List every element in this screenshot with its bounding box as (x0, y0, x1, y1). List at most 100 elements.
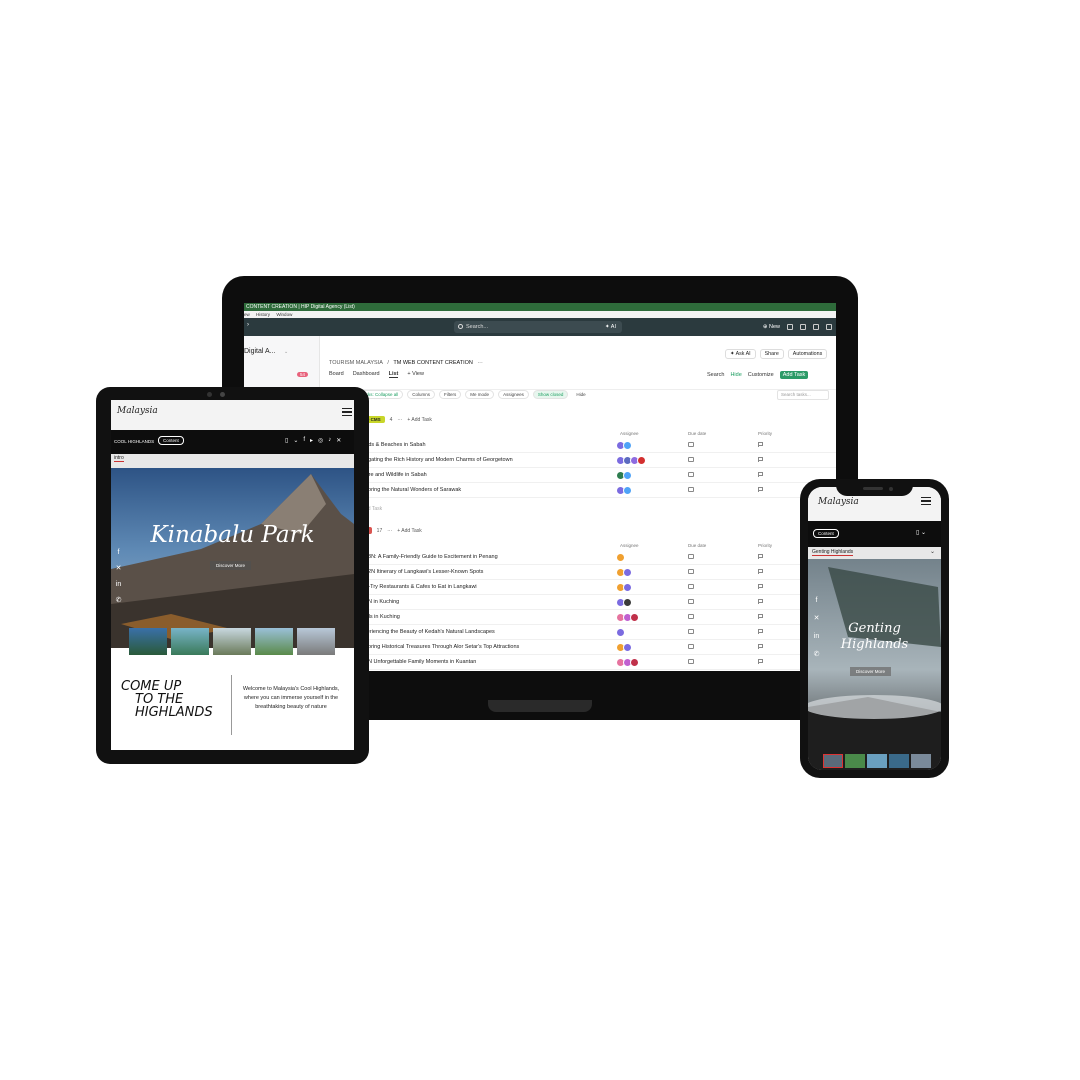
tab-board[interactable]: Board (329, 371, 344, 378)
location-tag[interactable]: Genting Highlands (812, 549, 854, 556)
task-name[interactable]: D2N Unforgettable Family Moments in Kuan… (361, 659, 476, 665)
flag-icon[interactable] (758, 659, 763, 664)
flag-icon[interactable] (758, 599, 763, 604)
workspace-name[interactable]: Digital A... (244, 348, 276, 355)
document-icon[interactable]: ▯ (285, 437, 288, 444)
search-button[interactable]: Search (707, 372, 724, 378)
table-row[interactable]: 3D2N Itinerary of Langkawi's Lesser-Know… (321, 565, 836, 580)
calendar-icon[interactable] (688, 584, 694, 589)
col-priority[interactable]: Priority (758, 431, 772, 436)
table-row[interactable]: xploring the Natural Wonders of Sarawak (321, 483, 836, 498)
thumbnail[interactable] (213, 628, 251, 655)
discover-more-button[interactable]: Discover More (850, 667, 892, 676)
assignee-avatars[interactable] (616, 598, 632, 607)
flag-icon[interactable] (758, 644, 763, 649)
calendar-icon[interactable] (688, 599, 694, 604)
menu-icon[interactable] (921, 497, 931, 505)
assignees-chip[interactable]: Assignees (498, 390, 529, 399)
menu-item[interactable]: Window (276, 312, 292, 317)
table-row[interactable]: ature and Wildlife in Sabah (321, 468, 836, 483)
thumbnail[interactable] (845, 754, 865, 768)
assignee-avatars[interactable] (616, 441, 632, 450)
thumbnail[interactable] (823, 754, 843, 768)
tiktok-icon[interactable]: ♪ (328, 437, 331, 444)
assignee-avatars[interactable] (616, 658, 639, 667)
thumbnail[interactable] (171, 628, 209, 655)
flag-icon[interactable] (758, 614, 763, 619)
thumbnail[interactable] (889, 754, 909, 768)
assignee-avatars[interactable] (616, 583, 632, 592)
assignee-avatars[interactable] (616, 456, 646, 465)
share-button[interactable]: Share (759, 349, 784, 359)
flag-icon[interactable] (758, 457, 763, 462)
hide-chip[interactable]: Hide (572, 391, 589, 398)
chevron-down-icon[interactable]: ⌄ (293, 437, 298, 444)
content-button[interactable]: Content (158, 436, 184, 445)
flag-icon[interactable] (758, 487, 763, 492)
youtube-icon[interactable]: ▸ (310, 437, 313, 444)
menu-icon[interactable] (342, 408, 352, 416)
thumbnail[interactable] (911, 754, 931, 768)
site-logo[interactable]: Malaysia (117, 406, 158, 416)
calendar-icon[interactable] (688, 629, 694, 634)
assignee-avatars[interactable] (616, 471, 632, 480)
table-row[interactable]: 3D3N: A Family-Friendly Guide to Excitem… (321, 550, 836, 565)
x-icon[interactable]: ✕ (114, 564, 123, 573)
linkedin-icon[interactable]: in (114, 580, 123, 589)
facebook-icon[interactable]: f (812, 596, 821, 605)
doc-icon[interactable] (800, 324, 806, 330)
notepad-icon[interactable] (826, 324, 832, 330)
task-name[interactable]: xploring Historical Treasures Through Al… (361, 644, 519, 650)
task-name[interactable]: ature and Wildlife in Sabah (361, 472, 427, 478)
menu-item[interactable]: History (256, 312, 270, 317)
thumbnail[interactable] (255, 628, 293, 655)
calendar-icon[interactable] (688, 659, 694, 664)
automations-button[interactable]: Automations (787, 349, 828, 359)
calendar-icon[interactable] (688, 457, 694, 462)
chevron-down-icon[interactable]: ⌄ (930, 548, 935, 555)
discover-more-button[interactable]: Discover More (210, 561, 252, 570)
col-priority[interactable]: Priority (758, 543, 772, 548)
x-icon[interactable]: ✕ (812, 614, 821, 623)
table-row[interactable]: ust-Try Restaurants & Cafes to Eat in La… (321, 580, 836, 595)
col-due-date[interactable]: Due date (688, 431, 706, 436)
filters-chip[interactable]: Filters (439, 390, 462, 399)
check-icon[interactable] (787, 324, 793, 330)
whatsapp-icon[interactable]: ✆ (812, 650, 821, 659)
calendar-icon[interactable] (688, 472, 694, 477)
search-tasks-input[interactable]: Search tasks... (777, 390, 829, 400)
thumbnail[interactable] (867, 754, 887, 768)
assignee-avatars[interactable] (616, 486, 632, 495)
thumbnail[interactable] (129, 628, 167, 655)
task-name[interactable]: lands & Beaches in Sabah (361, 442, 426, 448)
calendar-icon[interactable] (688, 614, 694, 619)
group-add-task[interactable]: + Add Task (397, 528, 422, 534)
assignee-avatars[interactable] (616, 568, 632, 577)
tab-add-view[interactable]: + View (407, 371, 424, 378)
table-row[interactable]: otels in Kuching (321, 610, 836, 625)
assignee-avatars[interactable] (616, 643, 632, 652)
menu-item[interactable]: ew (244, 312, 250, 317)
col-assignee[interactable]: Assignee (620, 431, 639, 436)
calendar-icon[interactable] (688, 442, 694, 447)
chevron-down-icon[interactable]: ⌄ (284, 349, 288, 355)
col-due-date[interactable]: Due date (688, 543, 706, 548)
task-name[interactable]: 3D2N Itinerary of Langkawi's Lesser-Know… (361, 569, 483, 575)
document-icon[interactable]: ▯ ⌄ (916, 529, 926, 536)
table-row[interactable]: avigating the Rich History and Modern Ch… (321, 453, 836, 468)
col-assignee[interactable]: Assignee (620, 543, 639, 548)
task-name[interactable]: xploring the Natural Wonders of Sarawak (361, 487, 461, 493)
site-logo[interactable]: Malaysia (818, 497, 859, 507)
new-button[interactable]: ⊕ New (763, 324, 780, 330)
table-row[interactable]: xperiencing the Beauty of Kedah's Natura… (321, 625, 836, 640)
content-button[interactable]: Content (813, 529, 839, 538)
show-closed-chip[interactable]: Show closed (532, 390, 569, 399)
x-icon[interactable]: ✕ (336, 437, 341, 444)
columns-chip[interactable]: Columns (407, 390, 436, 399)
flag-icon[interactable] (758, 554, 763, 559)
table-row[interactable]: xploring Historical Treasures Through Al… (321, 640, 836, 655)
flag-icon[interactable] (758, 442, 763, 447)
calendar-icon[interactable] (688, 569, 694, 574)
table-row[interactable]: lands & Beaches in Sabah (321, 438, 836, 453)
flag-icon[interactable] (758, 569, 763, 574)
